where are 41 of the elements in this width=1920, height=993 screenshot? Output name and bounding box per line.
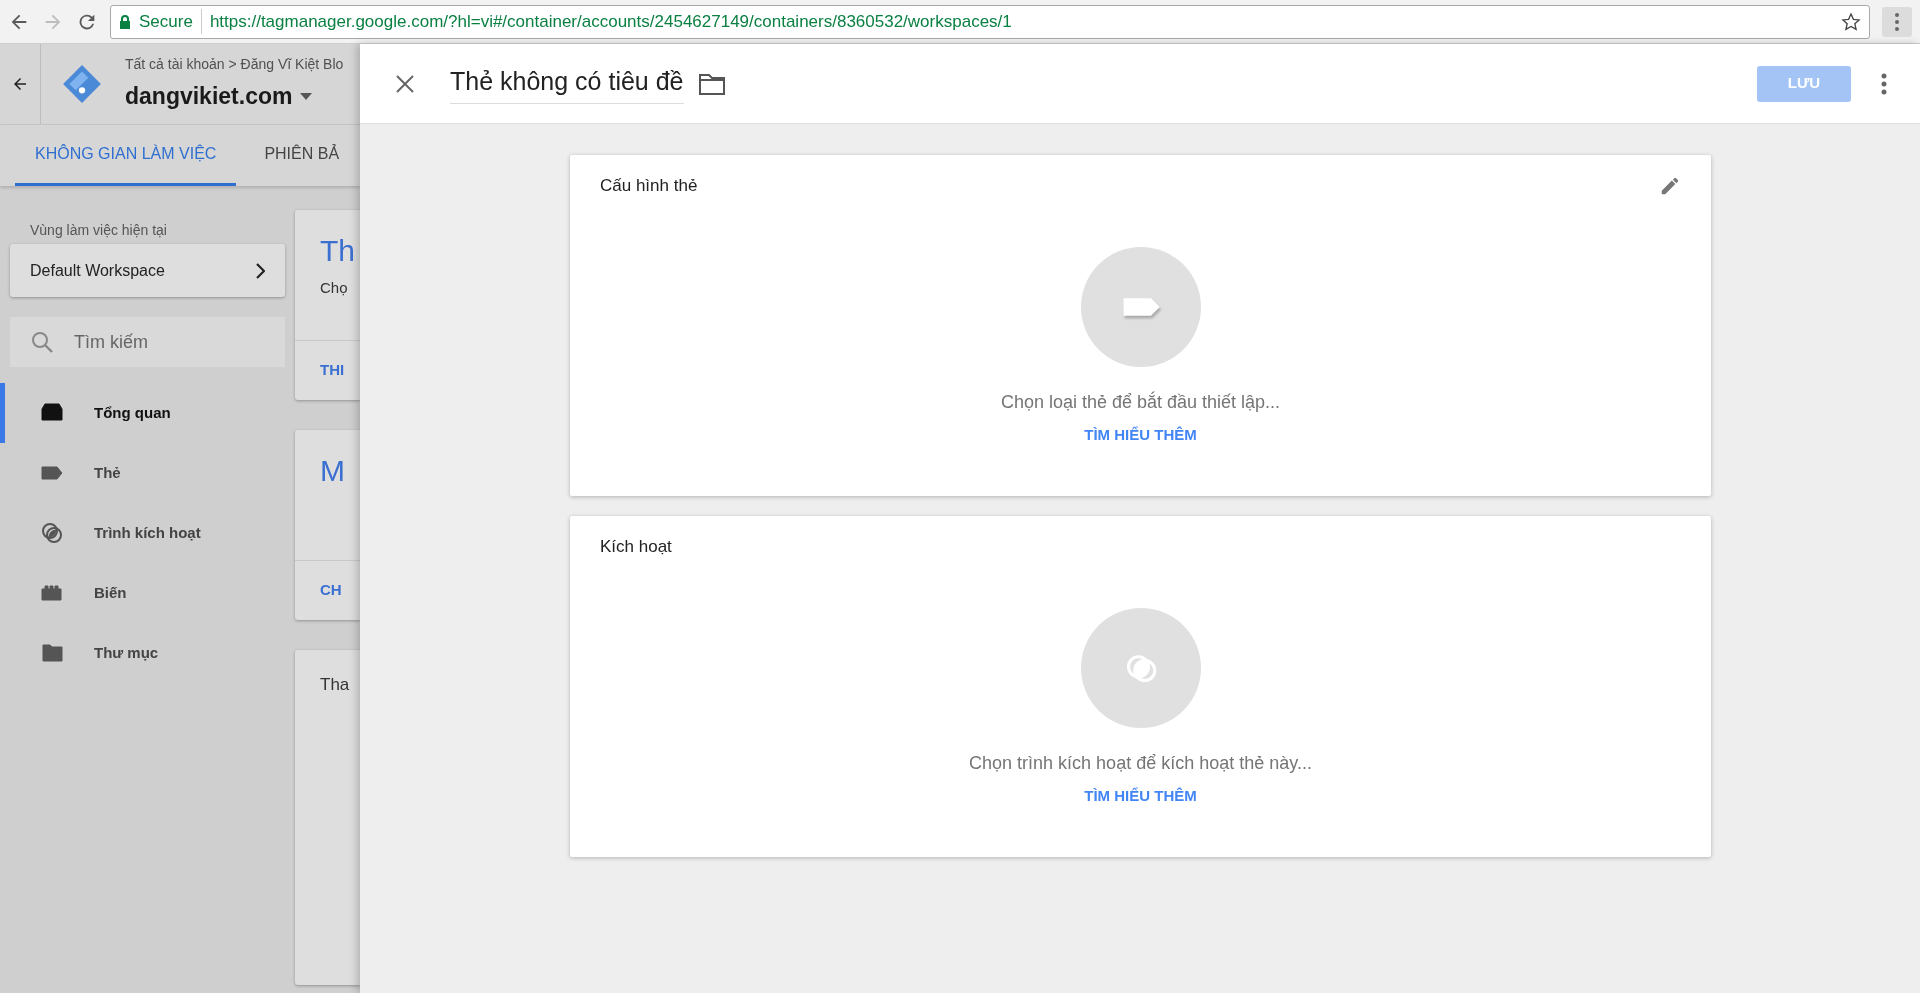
secure-label: Secure [139,8,202,35]
folder-icon[interactable] [697,71,726,96]
section-title: Cấu hình thẻ [600,175,698,198]
close-icon[interactable] [395,73,415,94]
card-text: Chọ [320,278,349,298]
nav-item[interactable]: Biến [0,563,285,623]
nav-item[interactable]: Thư mục [0,623,285,683]
menu-icon[interactable] [1882,6,1912,37]
card-title: M [320,453,346,489]
workspace-selector[interactable]: Default Workspace [10,244,285,297]
tab[interactable]: PHIÊN BẢ [264,125,340,186]
workspace-label: Vùng làm việc hiện tại [30,221,168,240]
dropdown-icon[interactable] [300,92,313,101]
logo-icon [61,63,103,105]
section-hint: Chọn loại thẻ để bắt đầu thiết lập... [1000,390,1281,414]
star-icon[interactable] [1841,11,1861,32]
section-title: Kích hoạt [600,536,672,559]
section-hint: Chọn trình kích hoạt để kích hoạt thẻ này... [969,752,1312,775]
card-title: Th [320,233,356,269]
search-field[interactable]: Tìm kiếm [10,317,285,367]
card-text: Tha [320,674,351,696]
nav-item[interactable]: Tổng quan [0,383,285,443]
lock-icon [119,14,131,29]
nav-item[interactable]: Trình kích hoạt [0,503,285,563]
container-name[interactable]: dangvikiet.com [125,79,293,114]
nav-item[interactable]: Thẻ [0,443,285,503]
trigger-icon [40,521,64,545]
tab[interactable]: KHÔNG GIAN LÀM VIỆC [15,125,237,186]
breadcrumb[interactable]: Tất cả tài khoản > Đăng Vĩ Kiệt Blo [125,54,344,76]
card-link[interactable]: CH [320,579,342,602]
address-bar[interactable]: Secure https://tagmanager.google.com/?hl=vi#/container/accounts/2454627149/containers/8360532/workspaces/1 [110,4,1870,39]
folder-icon [40,641,64,665]
url-text: https://tagmanager.google.com/?hl=vi#/container/accounts/2454627149/containers/8360532/workspaces/1 [209,10,1013,33]
tag-title-field[interactable]: Thẻ không có tiêu đề [450,62,684,105]
card-link[interactable]: THI [320,359,345,382]
search-icon [30,330,54,354]
more-icon[interactable] [1881,72,1887,95]
pencil-icon[interactable] [1659,175,1681,197]
learn-more-link[interactable]: TÌM HIỂU THÊM [1084,785,1197,808]
chevron-right-icon [255,262,265,279]
learn-more-link[interactable]: TÌM HIỂU THÊM [1084,424,1197,447]
